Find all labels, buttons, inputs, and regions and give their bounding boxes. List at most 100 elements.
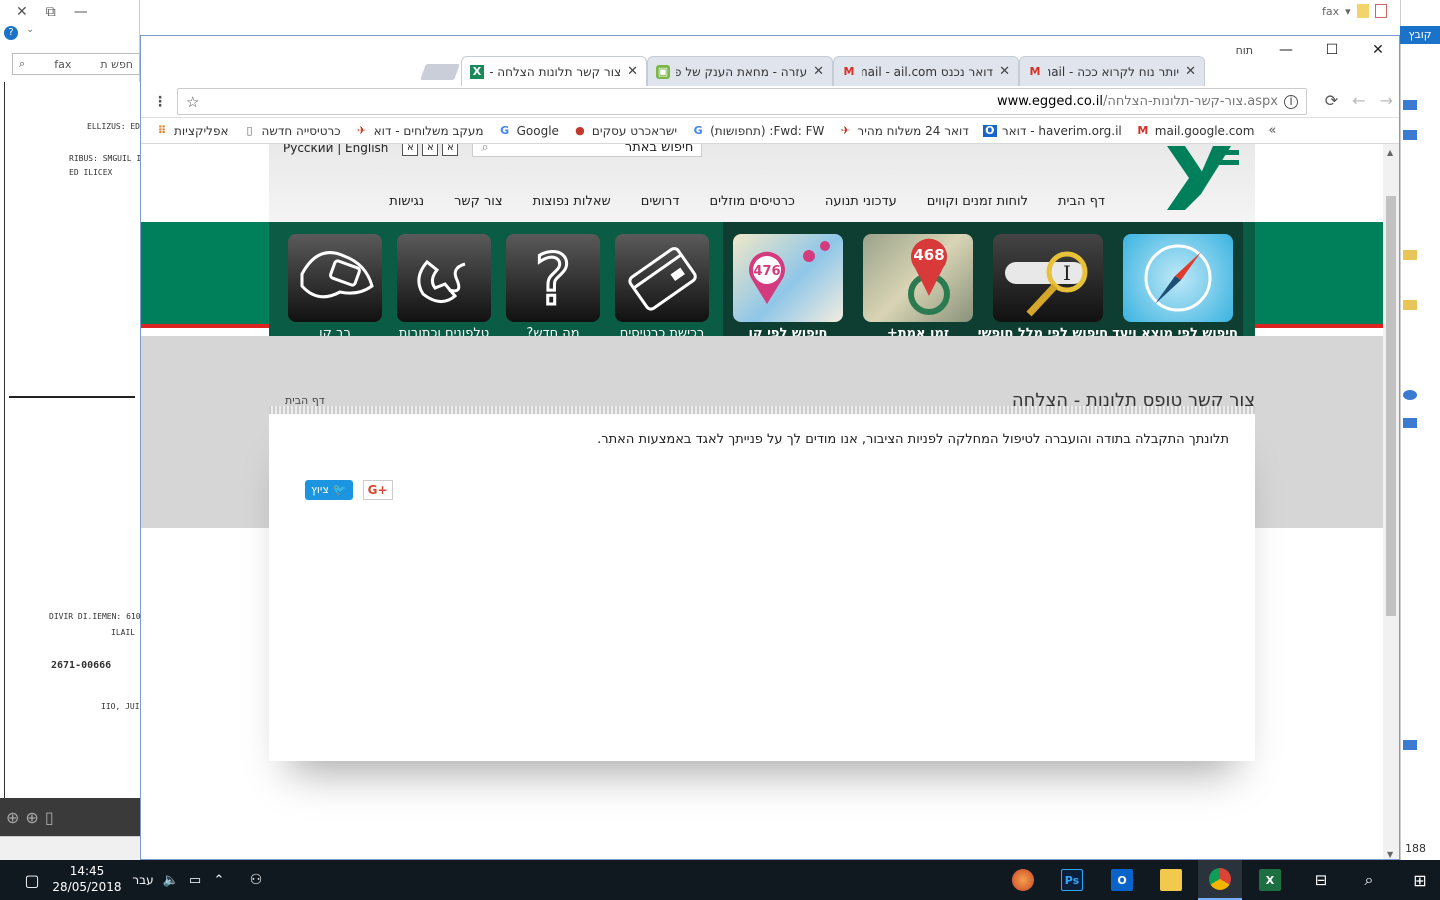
credit-card-icon [628, 247, 697, 311]
close-tab-icon[interactable]: ✕ [999, 64, 1010, 79]
nav-accessibility[interactable]: נגישות [389, 194, 424, 209]
tile-whats-new[interactable]: ? [506, 234, 600, 322]
notifications-icon[interactable]: ▢ [18, 860, 46, 900]
restore-icon[interactable]: ⧉ [46, 4, 56, 20]
nav-faq[interactable]: שאלות נפוצות [533, 194, 611, 209]
tweet-button[interactable]: 🐦 ציוץ [305, 480, 353, 500]
magnifier-icon: I [1005, 251, 1088, 317]
nav-traffic-updates[interactable]: עדכוני תנועה [825, 194, 897, 209]
bookmarks-bar: ⠿ אפליקציות ▯ כרטיסייה חדשה ✈ מעקב משלוחים … [141, 118, 1399, 144]
background-window-right: קובץ 188 [1400, 0, 1440, 860]
reload-icon[interactable]: ⟳ [1325, 91, 1338, 110]
scroll-up-icon[interactable]: ▲ [1387, 148, 1393, 157]
new-tab-button[interactable] [420, 64, 460, 80]
tile-buy-tickets[interactable] [615, 234, 709, 322]
bg-search-text: fax [54, 57, 72, 71]
bookmark-isracard[interactable]: ● ישראכרט עסקים [573, 124, 677, 138]
nav-contact[interactable]: צור קשר [454, 194, 503, 209]
start-windows-icon[interactable]: ⊞ [1400, 860, 1440, 900]
taskbar-app-photoshop[interactable]: Ps [1056, 860, 1088, 900]
bookmark-apps[interactable]: ⠿ אפליקציות [155, 124, 229, 138]
close-icon[interactable]: ✕ [16, 4, 28, 20]
nav-timetables[interactable]: לוחות זמנים וקווים [927, 194, 1028, 209]
tile-rav-kav[interactable] [288, 234, 382, 322]
tile-free-text-search[interactable]: I [993, 234, 1103, 322]
nav-discount-tickets[interactable]: כרטיסים מוזלים [709, 194, 794, 209]
bookmark-tracking[interactable]: ✈ מעקב משלוחים - דוא [355, 124, 484, 138]
taskbar-app-browser-alt[interactable] [1008, 860, 1038, 900]
bookmark-haverim[interactable]: Ohaverim.org.il - דואר [982, 124, 1122, 138]
scroll-thumb[interactable] [1386, 196, 1396, 616]
search-icon[interactable]: ⌕ [1354, 860, 1384, 900]
help-icon[interactable]: ? [4, 26, 18, 40]
maximize-button[interactable]: ☐ [1309, 36, 1355, 64]
tile-line-search[interactable]: 476 [733, 234, 843, 322]
clock[interactable]: 14:45 28/05/2018 [44, 863, 130, 895]
font-size-large-button[interactable]: א [402, 144, 419, 156]
tab-egged-contact[interactable]: X צור קשר תלונות הצלחה - ✕ [461, 56, 647, 86]
bookmarks-more-icon[interactable]: » [1268, 123, 1276, 138]
search-icon[interactable]: ⌕ [481, 144, 488, 155]
taskbar-app-outlook[interactable]: O [1106, 860, 1138, 900]
tile-origin-destination[interactable] [1123, 234, 1233, 322]
checklist-icon [1374, 4, 1387, 18]
close-tab-icon[interactable]: ✕ [813, 64, 824, 79]
map-pin-468-icon: 468 [908, 238, 950, 315]
close-tab-icon[interactable]: ✕ [627, 64, 638, 79]
arrow-up-icon[interactable]: ⊕ [6, 808, 19, 827]
info-icon[interactable]: i [1284, 94, 1298, 109]
network-icon[interactable]: ▭ [184, 860, 206, 900]
page-icon[interactable]: ▯ [45, 808, 54, 827]
profile-label[interactable]: תוח [1236, 44, 1253, 57]
minimize-icon[interactable]: — [74, 4, 88, 20]
taskbar-app-chrome[interactable] [1198, 860, 1242, 900]
egged-logo[interactable] [1161, 144, 1241, 214]
taskbar-app-excel[interactable]: X [1254, 860, 1286, 900]
bookmark-gmail[interactable]: Mmail.google.com [1136, 124, 1254, 138]
chevron-down-icon[interactable]: ⌄ [26, 24, 34, 35]
page-scrollbar[interactable]: ▲ ▼ [1383, 144, 1399, 859]
close-tab-icon[interactable]: ✕ [1185, 64, 1196, 79]
bookmark-new-tab[interactable]: ▯ כרטיסייה חדשה [243, 124, 340, 138]
ribbon-file-tab[interactable]: קובץ [1400, 26, 1440, 44]
minimize-button[interactable]: — [1263, 36, 1309, 64]
tab-label: יותר נוח לקרוא ככה - mail [1048, 64, 1180, 79]
folder-icon [1403, 100, 1417, 110]
volume-icon[interactable]: 🔈 [160, 860, 182, 900]
tile-phones-addresses[interactable] [397, 234, 491, 322]
star-icon[interactable]: ☆ [186, 93, 199, 111]
fax-label: fax [1322, 4, 1340, 18]
language-indicator[interactable]: עבר [130, 860, 156, 900]
task-view-icon[interactable]: ⊟ [1306, 860, 1336, 900]
google-plus-button[interactable]: G+ [362, 480, 393, 500]
people-icon[interactable]: ⚇ [244, 860, 268, 900]
back-icon[interactable]: ← [1352, 91, 1365, 110]
bookmark-fwd[interactable]: G Fwd: FW: (תחפושות) [691, 124, 825, 138]
tab-gmail[interactable]: M דואר נכנס Gmail - ail.com ✕ [833, 56, 1019, 86]
svg-text:?: ? [534, 239, 571, 321]
menu-dots-icon[interactable]: ⋮ [153, 94, 167, 110]
nav-home[interactable]: דף הבית [1058, 194, 1105, 209]
nav-jobs[interactable]: דרושים [641, 194, 680, 209]
tab-gmail-2[interactable]: M יותר נוח לקרוא ככה - mail ✕ [1019, 56, 1205, 86]
taskbar-app-explorer[interactable] [1156, 860, 1186, 900]
forward-icon[interactable]: → [1380, 91, 1393, 110]
tab-help[interactable]: ▣ עזרה - מחאת הענק של פ ✕ [647, 56, 833, 86]
doc-fragment: ELLIZUS: ED. [87, 122, 145, 131]
chevron-down-icon[interactable]: ▾ [1345, 5, 1351, 18]
font-size-small-button[interactable]: א [442, 144, 459, 156]
site-search-input[interactable]: חיפוש באתר ⌕ [472, 144, 703, 157]
arrow-down-icon[interactable]: ⊕ [25, 808, 38, 827]
address-bar[interactable]: ☆ www.egged.co.il/צור-קשר-תלונות-הצלחה.a… [177, 88, 1307, 115]
bg-search-fax[interactable]: fax ▾ [1322, 4, 1387, 18]
bg-search-box[interactable]: חפש ת fax ⌕ [12, 53, 140, 75]
font-size-medium-button[interactable]: א [422, 144, 439, 156]
bookmark-google[interactable]: G Google [498, 124, 559, 138]
scroll-down-icon[interactable]: ▼ [1387, 850, 1393, 859]
close-button[interactable]: ✕ [1355, 36, 1399, 64]
tile-real-time[interactable]: 468 [863, 234, 973, 322]
language-switcher[interactable]: Русский | English [283, 144, 388, 155]
browser-toolbar: ⋮ ☆ www.egged.co.il/צור-קשר-תלונות-הצלחה… [141, 86, 1399, 118]
bookmark-post24[interactable]: ✈ דואר 24 משלוח מהיר [838, 124, 969, 138]
tray-chevron-icon[interactable]: ⌃ [208, 860, 230, 900]
